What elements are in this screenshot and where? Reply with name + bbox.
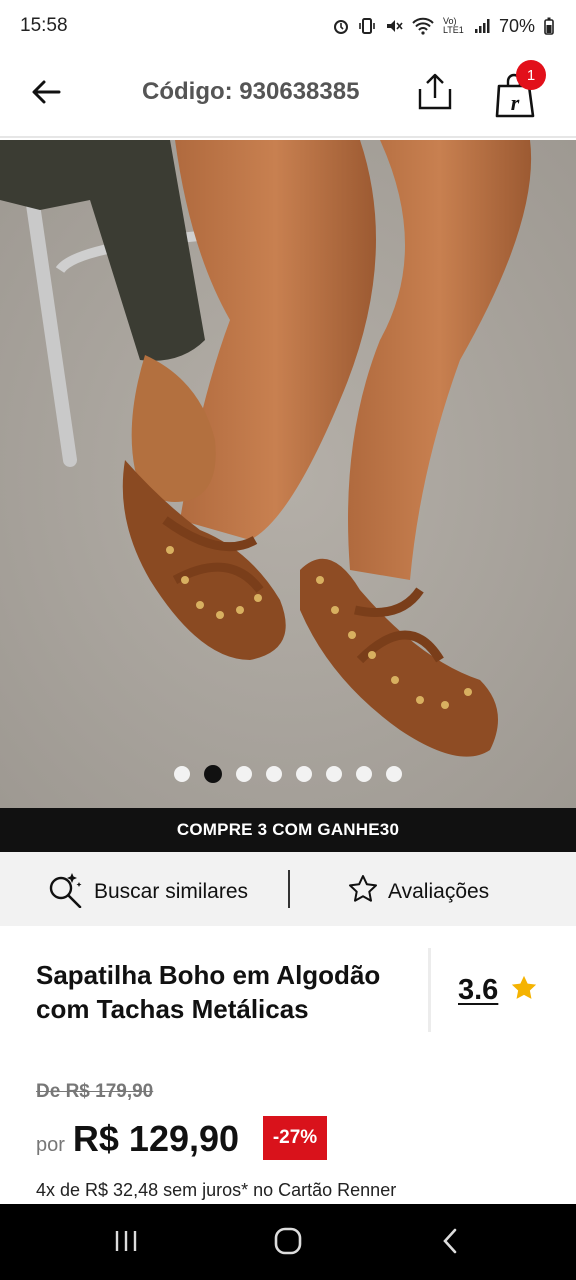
- mute-icon: [385, 17, 403, 35]
- wifi-icon: [412, 17, 434, 35]
- price-row: por R$ 129,90: [36, 1118, 239, 1160]
- status-icons: Vo) LTE1 70%: [333, 16, 554, 37]
- current-price: R$ 129,90: [72, 1118, 240, 1159]
- status-bar: 15:58 Vo) LTE1 70%: [0, 0, 576, 52]
- magic-search-icon: [46, 870, 84, 914]
- discount-badge: -27%: [263, 1116, 327, 1160]
- chevron-left-icon: [440, 1227, 460, 1260]
- share-button[interactable]: [412, 70, 458, 118]
- promo-banner[interactable]: COMPRE 3 COM GANHE30: [0, 808, 576, 852]
- carousel-dot[interactable]: [356, 766, 372, 782]
- alarm-icon: [333, 17, 349, 35]
- svg-text:r: r: [511, 90, 520, 115]
- battery-label: 70%: [498, 15, 535, 36]
- share-icon: [416, 73, 454, 116]
- cart-count-badge: 1: [516, 60, 546, 90]
- actions-divider: [288, 870, 290, 908]
- product-title: Sapatilha Boho em Algodão com Tachas Met…: [36, 960, 381, 1024]
- signal-icon: [474, 18, 490, 34]
- carousel-indicators[interactable]: [0, 765, 576, 783]
- installments-info: 4x de R$ 32,48 sem juros* no Cartão Renn…: [36, 1180, 397, 1200]
- star-filled-icon: [510, 974, 538, 1007]
- recent-apps-icon: [113, 1228, 139, 1259]
- network-label: Vo) LTE1: [442, 16, 464, 35]
- home-button[interactable]: [268, 1226, 308, 1260]
- product-rating[interactable]: 3.6: [458, 974, 538, 1007]
- system-back-button[interactable]: [430, 1226, 470, 1260]
- star-outline-icon: [348, 874, 378, 910]
- system-navigation-bar: [0, 1204, 576, 1280]
- back-arrow-icon: [31, 79, 61, 110]
- vibrate-icon: [358, 17, 376, 35]
- carousel-dot[interactable]: [326, 766, 342, 782]
- product-image: [0, 140, 576, 808]
- carousel-dot[interactable]: [386, 766, 402, 782]
- carousel-dot[interactable]: [296, 766, 312, 782]
- search-similar-button[interactable]: Buscar similares: [46, 870, 248, 914]
- rating-value: 3.6: [458, 974, 499, 1006]
- search-similar-label: Buscar similares: [94, 880, 249, 903]
- old-price: De R$ 179,90: [36, 1081, 154, 1102]
- top-app-bar: Código: 930638385 r 1: [0, 52, 576, 138]
- status-time: 15:58: [20, 15, 68, 36]
- battery-icon: [544, 17, 554, 35]
- price-prefix: por: [36, 1134, 65, 1156]
- page-title: Código: 930638385: [142, 78, 360, 105]
- recent-apps-button[interactable]: [106, 1226, 146, 1260]
- home-icon: [274, 1227, 302, 1260]
- product-actions: Buscar similares Avaliações: [0, 852, 576, 926]
- carousel-dot[interactable]: [236, 766, 252, 782]
- back-button[interactable]: [26, 74, 66, 114]
- reviews-label: Avaliações: [388, 880, 490, 903]
- carousel-dot[interactable]: [204, 765, 222, 783]
- product-image-carousel[interactable]: [0, 140, 576, 808]
- carousel-dot[interactable]: [266, 766, 282, 782]
- reviews-button[interactable]: Avaliações: [348, 874, 489, 910]
- info-divider: [428, 948, 431, 1032]
- carousel-dot[interactable]: [174, 766, 190, 782]
